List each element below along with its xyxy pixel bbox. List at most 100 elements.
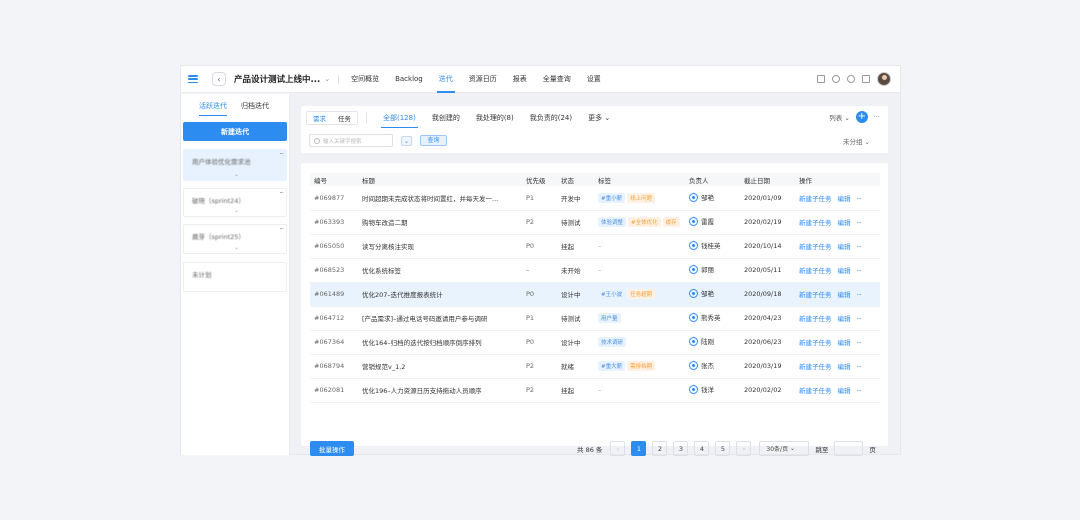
new-subtask-link[interactable]: 新建子任务 [799,363,832,371]
iteration-item[interactable]: 用户体验优化需求池 ··· ⌄ [183,149,287,181]
chevron-down-icon[interactable]: ⌄ [234,207,239,214]
view-switch[interactable]: 列表 ⌄ [829,112,850,122]
table-row[interactable]: #061489 优化207–迭代推度报表统计 P0 设计中 #王小波 任务超期 邹艳 2020… [310,282,880,307]
col-title[interactable]: 标题 [358,173,522,186]
group-select[interactable]: 未分组 ⌄ [843,136,870,146]
search-input[interactable]: 输入关键字搜索 [309,134,393,147]
query-button[interactable]: 查询 [420,135,447,146]
edit-link[interactable]: 编辑 [838,315,851,323]
edit-icon[interactable] [862,75,870,83]
batch-operation-button[interactable]: 批量操作 [310,441,354,456]
cell-title[interactable]: [产品需求]–通过电话号码邀请用户参与调研 [358,306,522,331]
cell-title[interactable]: 营销规范v_1.2 [358,354,522,379]
cell-title[interactable]: 优化系统标签 [358,258,522,283]
page-4[interactable]: 4 [694,441,710,456]
tab-archived-iterations[interactable]: 归档迭代 [241,101,269,116]
bell-icon[interactable] [847,75,855,83]
cell-title[interactable]: 优化207–迭代推度报表统计 [358,282,522,307]
col-owner[interactable]: 负责人 [685,173,740,186]
new-subtask-link[interactable]: 新建子任务 [799,195,832,203]
more-icon[interactable]: ··· [857,339,862,347]
more-icon[interactable]: ··· [279,225,284,233]
edit-link[interactable]: 编辑 [838,339,851,347]
chevron-down-icon[interactable]: ⌄ [234,171,239,178]
more-icon[interactable]: ··· [857,219,862,227]
cell-status[interactable]: 就绪 [557,354,594,379]
cell-title[interactable]: 优化164–归档的迭代按归档顺序倒序排列 [358,330,522,355]
cell-status[interactable]: 挂起 [557,378,594,403]
edit-link[interactable]: 编辑 [838,363,851,371]
nav-item-backlog[interactable]: Backlog [387,66,431,93]
new-subtask-link[interactable]: 新建子任务 [799,219,832,227]
edit-link[interactable]: 编辑 [838,291,851,299]
page-3[interactable]: 3 [673,441,689,456]
iteration-item[interactable]: 破晓（sprint24） ··· ⌄ [183,188,287,217]
more-icon[interactable]: ··· [279,150,284,158]
col-tags[interactable]: 标签 [594,173,685,186]
new-subtask-link[interactable]: 新建子任务 [799,267,832,275]
more-icon[interactable]: ··· [857,243,862,251]
prev-page-icon[interactable]: ‹ [610,441,626,456]
jump-page-input[interactable] [834,441,864,456]
nav-item-resource-calendar[interactable]: 资源日历 [461,66,505,93]
page-2[interactable]: 2 [652,441,668,456]
back-icon[interactable]: ‹ [212,72,226,86]
avatar[interactable] [877,72,891,86]
table-row[interactable]: #067364 优化164–归档的迭代按归档顺序倒序排列 P0 设计中 技术调研 陆刚 20… [310,330,880,355]
tab-more[interactable]: 更多 ⌄ [580,110,618,126]
more-icon[interactable]: ··· [857,267,862,275]
chevron-down-icon[interactable]: ⌄ [234,244,239,251]
col-due[interactable]: 截止日期 [740,173,795,186]
cell-status[interactable]: 设计中 [557,282,594,307]
nav-item-overview[interactable]: 空间概览 [343,66,387,93]
next-page-icon[interactable]: › [736,441,752,456]
col-status[interactable]: 状态 [557,173,594,186]
tab-active-iterations[interactable]: 活跃迭代 [199,101,227,116]
table-row[interactable]: #068523 优化系统标签 – 未开始 – 郭丽 2020/05/11 新建子任务 编辑 ··· [310,258,880,283]
cell-status[interactable]: 设计中 [557,330,594,355]
chevron-down-icon[interactable]: ⌄ [324,75,330,83]
new-iteration-button[interactable]: 新建迭代 [183,122,287,141]
cell-status[interactable]: 开发中 [557,186,594,211]
table-row[interactable]: #063393 购物车改造二期 P2 待测试 体验调整 #全体优化 缓存 雷霞 2020/02/… [310,210,880,235]
cell-status[interactable]: 未开始 [557,258,594,283]
new-subtask-link[interactable]: 新建子任务 [799,339,832,347]
table-row[interactable]: #064712 [产品需求]–通过电话号码邀请用户参与调研 P1 待测试 用户量 熊秀英 2… [310,306,880,331]
new-subtask-link[interactable]: 新建子任务 [799,243,832,251]
cell-status[interactable]: 挂起 [557,234,594,259]
more-icon[interactable]: ··· [874,113,880,121]
add-icon[interactable]: + [855,111,868,123]
table-row[interactable]: #069877 时间超期未完成状态将时间置红，并每天发一... P1 开发中 #重小薪线… [310,186,880,211]
more-icon[interactable]: ··· [857,195,862,203]
segment-task[interactable]: 任务 [332,113,357,123]
cell-status[interactable]: 待测试 [557,306,594,331]
edit-link[interactable]: 编辑 [838,195,851,203]
edit-link[interactable]: 编辑 [838,243,851,251]
table-row[interactable]: #065050 读写分离核注实现 P0 挂起 – 钱桂英 2020/10/14 新建子任务 编辑… [310,234,880,259]
page-size-select[interactable]: 30条/页 ⌄ [759,441,810,456]
edit-link[interactable]: 编辑 [838,219,851,227]
col-priority[interactable]: 优先级 [522,173,557,186]
tab-all[interactable]: 全部(128) [375,110,424,128]
filter-dropdown-icon[interactable]: ⌄ [401,135,412,146]
new-subtask-link[interactable]: 新建子任务 [799,387,832,395]
table-row[interactable]: #062081 优化196–人力资源日历支持拖动人员顺序 P2 挂起 – 钱洋 2020/0… [310,378,880,403]
iteration-item[interactable]: 未计划 [183,262,287,292]
tab-handled-by-me[interactable]: 我处理的(8) [468,110,522,126]
page-5[interactable]: 5 [715,441,731,456]
segment-requirement[interactable]: 需求 [307,113,332,123]
nav-item-settings[interactable]: 设置 [579,66,609,93]
new-subtask-link[interactable]: 新建子任务 [799,315,832,323]
cell-title[interactable]: 购物车改造二期 [358,210,522,235]
more-icon[interactable]: ··· [857,291,862,299]
more-icon[interactable]: ··· [857,315,862,323]
iteration-item[interactable]: 晨芽（sprint25） ··· ⌄ [183,224,287,254]
new-subtask-link[interactable]: 新建子任务 [799,291,832,299]
more-icon[interactable]: ··· [857,387,862,395]
nav-item-full-query[interactable]: 全量查询 [535,66,579,93]
cell-title[interactable]: 优化196–人力资源日历支持拖动人员顺序 [358,378,522,403]
tab-owned-by-me[interactable]: 我负责的(24) [522,110,580,126]
cell-title[interactable]: 时间超期未完成状态将时间置红，并每天发一... [358,186,522,211]
tab-created-by-me[interactable]: 我创建的 [424,110,468,126]
menu-icon[interactable] [188,75,198,83]
